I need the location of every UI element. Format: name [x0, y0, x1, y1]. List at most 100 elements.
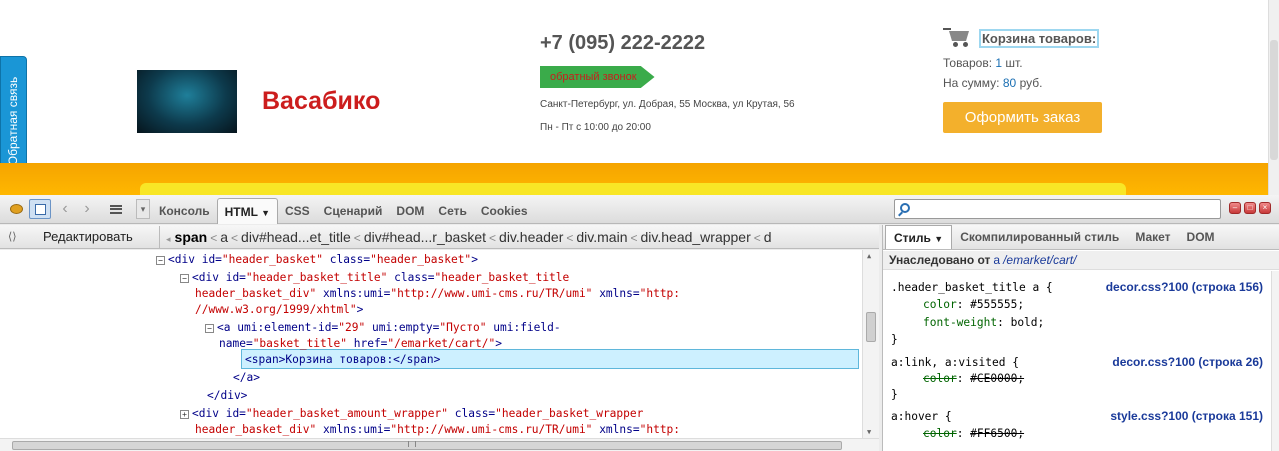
collapse-icon[interactable]: − [180, 274, 189, 283]
css-property-overridden[interactable]: color: #FF6500; [923, 427, 1024, 440]
css-rule-close: } [891, 388, 898, 401]
close-icon[interactable]: × [1259, 202, 1271, 214]
basket-items-label: Товаров: [943, 56, 993, 70]
html-vertical-scrollbar[interactable]: ▲ ▼ [862, 250, 879, 438]
chevron-down-icon: ▼ [934, 234, 944, 244]
css-property[interactable]: color: #555555; [923, 298, 1024, 311]
tab-layout[interactable]: Макет [1127, 225, 1178, 249]
collapse-icon[interactable]: − [156, 256, 165, 265]
breadcrumb-separator: < [489, 231, 497, 245]
css-source-link[interactable]: style.css?100 (строка 151) [1110, 409, 1263, 423]
tab-style[interactable]: Стиль ▼ [885, 225, 953, 249]
page-scrollbar[interactable] [1268, 0, 1279, 195]
forward-arrow-icon[interactable]: › [80, 199, 94, 219]
breadcrumb-item[interactable]: span [175, 229, 208, 245]
basket-items-unit: шт. [1005, 56, 1023, 70]
collapse-icon[interactable]: − [205, 324, 214, 333]
back-arrow-icon[interactable]: ‹ [58, 199, 72, 219]
scroll-up-icon[interactable]: ▲ [867, 252, 871, 260]
html-node-line[interactable]: − <div id="header_basket" class="header_b… [156, 253, 478, 266]
side-tabs: Стиль ▼ Скомпилированный стиль Макет DOM [883, 225, 1279, 250]
chevron-down-icon[interactable]: ▾ [136, 199, 150, 219]
breadcrumb-separator: < [753, 231, 761, 245]
tab-console[interactable]: Консоль [152, 198, 217, 224]
tab-script[interactable]: Сценарий [317, 198, 390, 224]
firebug-search-input[interactable] [917, 201, 1217, 217]
menu-list-icon[interactable] [107, 199, 125, 219]
breadcrumb-separator: < [210, 231, 218, 245]
breadcrumb: ◂ span < a < div#head...et_title < div#head...r… [166, 225, 879, 249]
breadcrumb-item[interactable]: d [764, 229, 772, 245]
expand-icon[interactable]: + [180, 410, 189, 419]
callback-button[interactable]: обратный звонок [540, 66, 655, 88]
style-side-panel: Стиль ▼ Скомпилированный стиль Макет DOM… [882, 225, 1279, 451]
logo-image[interactable] [137, 70, 237, 133]
css-source-link[interactable]: decor.css?100 (строка 26) [1112, 355, 1263, 369]
html-node-line[interactable]: header_basket_div" xmlns:umi="http://www… [195, 423, 680, 436]
breadcrumb-separator: < [231, 231, 239, 245]
breadcrumb-item[interactable]: div#head...r_basket [364, 229, 486, 245]
tab-side-dom[interactable]: DOM [1179, 225, 1223, 249]
tab-cookies[interactable]: Cookies [474, 198, 535, 224]
search-icon [900, 203, 910, 213]
html-node-line[interactable]: name="basket_title" href="/emarket/cart/… [219, 337, 502, 350]
basket-header: Корзина товаров: [943, 28, 1100, 48]
html-node-line[interactable]: header_basket_div" xmlns:umi="http://www… [195, 287, 680, 300]
address-text: Санкт-Петербург, ул. Добрая, 55 Москва, … [540, 99, 795, 110]
css-selector[interactable]: a:link, a:visited { [891, 356, 1019, 369]
breadcrumb-item[interactable]: div.header [499, 229, 563, 245]
tab-css[interactable]: CSS [278, 198, 317, 224]
tab-html-label: HTML [224, 205, 258, 219]
html-node-line[interactable]: + <div id="header_basket_amount_wrapper" … [180, 407, 643, 420]
css-rule-close: } [891, 333, 898, 346]
scroll-down-icon[interactable]: ▼ [867, 428, 871, 436]
css-property-overridden[interactable]: color: #CE0000; [923, 372, 1024, 385]
firebug-search-box[interactable] [894, 199, 1221, 219]
css-source-link[interactable]: decor.css?100 (строка 156) [1106, 280, 1263, 294]
phone-number: +7 (095) 222-2222 [540, 32, 706, 54]
html-node-selected[interactable]: <span>Корзина товаров:</span> [245, 353, 440, 366]
site-logo-text[interactable]: Васабико [262, 87, 380, 116]
breadcrumb-item[interactable]: div.head_wrapper [641, 229, 751, 245]
html-node-line[interactable]: − <div id="header_basket_title" class="he… [180, 271, 569, 284]
css-selector[interactable]: a:hover { [891, 410, 952, 423]
inspect-element-icon[interactable] [29, 199, 51, 219]
inherited-tag-link[interactable]: a [993, 253, 1000, 267]
html-node-line[interactable]: </a> [233, 371, 260, 384]
inherited-path-link[interactable]: /emarket/cart/ [1003, 253, 1076, 267]
breadcrumb-item[interactable]: a [220, 229, 228, 245]
breadcrumb-item[interactable]: div.main [576, 229, 627, 245]
edit-button[interactable]: Редактировать [30, 226, 160, 248]
inherited-from-header: Унаследовано от a/emarket/cart/ [883, 251, 1279, 270]
basket-title-link[interactable]: Корзина товаров: [979, 28, 1100, 48]
firebug-tabs: Консоль HTML ▼ CSS Сценарий DOM Сеть Coo… [152, 198, 535, 224]
firebug-toolbar: ‹ › ▾ Консоль HTML ▼ CSS Сценарий DOM Се… [0, 195, 1279, 224]
breadcrumb-item[interactable]: div#head...et_title [241, 229, 351, 245]
firebug-bug-icon[interactable] [6, 199, 26, 219]
style-scrollbar[interactable] [1271, 271, 1279, 451]
tab-net[interactable]: Сеть [431, 198, 473, 224]
expand-panel-icon[interactable]: ⟨⟩ [8, 230, 17, 243]
checkout-button[interactable]: Оформить заказ [943, 102, 1102, 133]
css-selector[interactable]: .header_basket_title a { [891, 281, 1053, 294]
tab-computed-style[interactable]: Скомпилированный стиль [952, 225, 1127, 249]
minimize-icon[interactable]: – [1229, 202, 1241, 214]
page-scrollbar-thumb[interactable] [1270, 40, 1278, 160]
tab-html[interactable]: HTML ▼ [216, 198, 278, 224]
firebug-panel: ‹ › ▾ Консоль HTML ▼ CSS Сценарий DOM Се… [0, 195, 1279, 451]
html-node-line[interactable]: </div> [207, 389, 247, 402]
html-node-line[interactable]: //www.w3.org/1999/xhtml"> [195, 303, 363, 316]
breadcrumb-separator: < [630, 231, 638, 245]
breadcrumb-separator: < [353, 231, 361, 245]
breadcrumb-scroll-icon[interactable]: ◂ [166, 234, 171, 244]
css-property[interactable]: font-weight: bold; [923, 316, 1044, 329]
scrollbar-thumb[interactable] [12, 441, 842, 450]
html-node-line[interactable]: − <a umi:element-id="29" umi:empty="Пусто… [205, 321, 561, 334]
chevron-down-icon: ▼ [261, 208, 270, 218]
tab-style-label: Стиль [894, 231, 931, 245]
detach-icon[interactable]: □ [1244, 202, 1256, 214]
basket-sum-value: 80 [1002, 76, 1017, 90]
html-horizontal-scrollbar[interactable] [0, 438, 879, 451]
scrollbar-thumb[interactable] [866, 312, 876, 342]
tab-dom[interactable]: DOM [389, 198, 431, 224]
